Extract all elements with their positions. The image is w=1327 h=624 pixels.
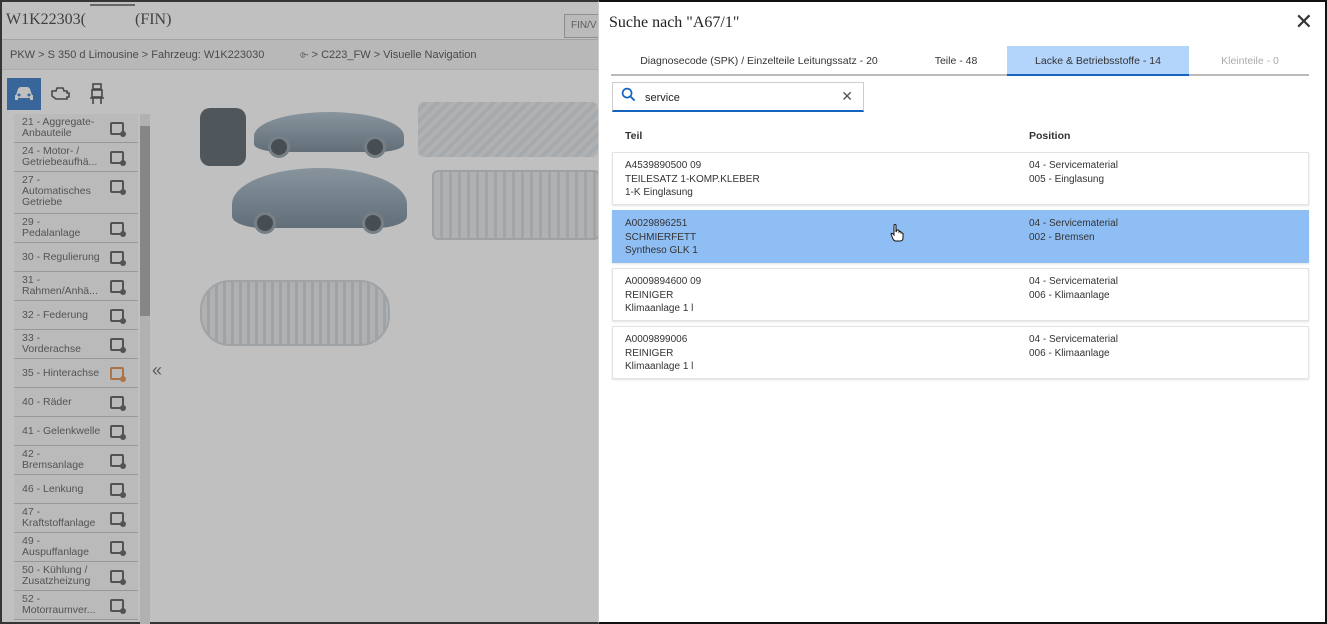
modal-backdrop[interactable]: [0, 0, 598, 624]
result-tabs: Diagnosecode (SPK) / Einzelteile Leitung…: [611, 46, 1309, 76]
position-pos1: 04 - Servicematerial: [1029, 218, 1118, 229]
part-desc: 1-K Einglasung: [625, 187, 693, 198]
part-name: SCHMIERFETT: [625, 231, 697, 243]
position-cell: 04 - Servicematerial 006 - Klimaanlage: [1029, 333, 1118, 360]
part-desc: Klimaanlage 1 l: [625, 361, 694, 372]
position-pos2: 002 - Bremsen: [1029, 231, 1095, 243]
result-row[interactable]: A4539890500 09 TEILESATZ 1-KOMP.KLEBER 1-K…: [612, 152, 1309, 205]
hand-cursor-icon: [890, 224, 904, 242]
position-cell: 04 - Servicematerial 006 - Klimaanlage: [1029, 275, 1118, 302]
column-header-teil: Teil: [625, 130, 643, 142]
part-name: REINIGER: [625, 347, 674, 359]
search-panel: Suche nach "A67/1" ✕ Diagnosecode (SPK) …: [598, 0, 1327, 624]
part-cell: A0009894600 09 REINIGER Klimaanlage 1 l: [625, 275, 701, 316]
position-pos2: 006 - Klimaanlage: [1029, 347, 1110, 359]
part-cell: A4539890500 09 TEILESATZ 1-KOMP.KLEBER 1-K…: [625, 159, 760, 200]
result-row[interactable]: A0009899006 REINIGER Klimaanlage 1 l 04 - S…: [612, 326, 1309, 379]
close-icon[interactable]: ✕: [1295, 11, 1313, 33]
result-row[interactable]: A0029896251 SCHMIERFETT Syntheso GLK 1 04 -…: [612, 210, 1309, 263]
part-part-no: A0009899006: [625, 334, 688, 345]
search-icon: [621, 87, 636, 102]
tab-teile[interactable]: Teile - 48: [907, 46, 1005, 76]
part-desc: Syntheso GLK 1: [625, 245, 698, 256]
part-cell: A0029896251 SCHMIERFETT Syntheso GLK 1: [625, 217, 698, 258]
position-cell: 04 - Servicematerial 002 - Bremsen: [1029, 217, 1118, 244]
part-part-no: A0009894600 09: [625, 276, 702, 287]
part-part-no: A4539890500 09: [625, 160, 702, 171]
search-field[interactable]: ✕: [612, 82, 864, 112]
position-pos1: 04 - Servicematerial: [1029, 334, 1118, 345]
part-name: TEILESATZ 1-KOMP.KLEBER: [625, 173, 760, 185]
position-pos1: 04 - Servicematerial: [1029, 160, 1118, 171]
position-pos1: 04 - Servicematerial: [1029, 276, 1118, 287]
part-cell: A0009899006 REINIGER Klimaanlage 1 l: [625, 333, 693, 374]
tab-kleinteile: Kleinteile - 0: [1221, 55, 1279, 67]
position-cell: 04 - Servicematerial 005 - Einglasung: [1029, 159, 1118, 186]
tab-lacke-betriebsstoffe[interactable]: Lacke & Betriebsstoffe - 14: [1007, 46, 1189, 76]
part-part-no: A0029896251: [625, 218, 688, 229]
panel-title: Suche nach "A67/1": [609, 14, 740, 31]
position-pos2: 006 - Klimaanlage: [1029, 289, 1110, 301]
position-pos2: 005 - Einglasung: [1029, 173, 1105, 185]
tab-diagnosecode[interactable]: Diagnosecode (SPK) / Einzelteile Leitung…: [611, 46, 907, 76]
part-desc: Klimaanlage 1 l: [625, 303, 694, 314]
clear-search-icon[interactable]: ✕: [841, 88, 853, 105]
search-input[interactable]: [645, 89, 835, 107]
column-header-position: Position: [1029, 130, 1071, 142]
result-row[interactable]: A0009894600 09 REINIGER Klimaanlage 1 l 04 …: [612, 268, 1309, 321]
part-name: REINIGER: [625, 289, 674, 301]
